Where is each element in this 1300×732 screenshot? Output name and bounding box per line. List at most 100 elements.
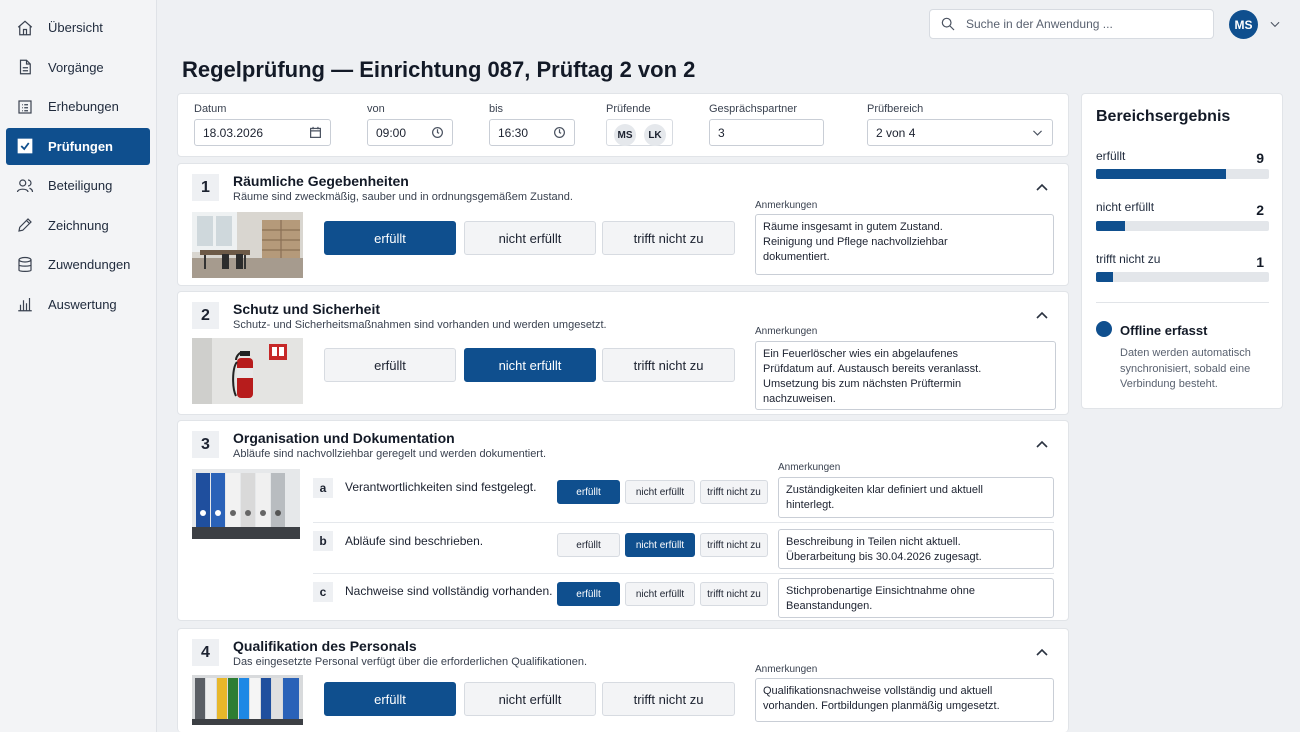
option-nicht-erfuellt-button[interactable]: nicht erfüllt bbox=[625, 533, 695, 557]
stat-erfuellt-value: 9 bbox=[1256, 150, 1264, 166]
notes-textarea[interactable]: Beschreibung in Teilen nicht aktuell. Üb… bbox=[778, 529, 1054, 569]
chevron-up-icon[interactable] bbox=[1034, 436, 1050, 452]
divider bbox=[313, 573, 1054, 574]
sidebar-item-erhebungen[interactable]: Erhebungen bbox=[6, 88, 150, 125]
offline-text: Daten werden automatisch synchronisiert,… bbox=[1120, 347, 1251, 390]
von-time-field[interactable]: 09:00 bbox=[367, 119, 453, 146]
avatar[interactable]: MS bbox=[1229, 10, 1258, 39]
option-erfuellt-button[interactable]: erfüllt bbox=[324, 682, 456, 716]
section-number: 3 bbox=[192, 431, 219, 458]
search-input[interactable] bbox=[966, 17, 1196, 31]
notes-textarea[interactable]: Stichprobenartige Einsichtnahme ohne Bea… bbox=[778, 578, 1054, 618]
chevron-up-icon[interactable] bbox=[1034, 307, 1050, 323]
section-number: 2 bbox=[192, 302, 219, 329]
option-trifft-nicht-zu-button[interactable]: trifft nicht zu bbox=[700, 582, 768, 606]
sidebar-item-uebersicht[interactable]: Übersicht bbox=[6, 9, 150, 46]
sidebar-item-label: Prüfungen bbox=[48, 138, 113, 154]
sidebar-item-vorgaenge[interactable]: Vorgänge bbox=[6, 49, 150, 86]
offline-status-dot bbox=[1096, 321, 1112, 337]
pruefbereich-label: Prüfbereich bbox=[867, 103, 924, 115]
subitem-text: Verantwortlichkeiten sind festgelegt. bbox=[345, 480, 537, 494]
option-nicht-erfuellt-button[interactable]: nicht erfüllt bbox=[625, 480, 695, 504]
clock-icon[interactable] bbox=[553, 126, 566, 139]
search-box[interactable] bbox=[929, 9, 1214, 39]
option-erfuellt-button[interactable]: erfüllt bbox=[557, 582, 620, 606]
sidebar-item-zeichnung[interactable]: Zeichnung bbox=[6, 207, 150, 244]
section-number: 1 bbox=[192, 174, 219, 201]
stat-nicht-erfuellt-value: 2 bbox=[1256, 202, 1264, 218]
sidebar-item-label: Zeichnung bbox=[48, 217, 109, 233]
stat-erfuellt-bar bbox=[1096, 169, 1269, 179]
chevron-down-icon[interactable] bbox=[1268, 17, 1282, 31]
section-number: 4 bbox=[192, 639, 219, 666]
notes-textarea[interactable]: Ein Feuerlöscher wies ein abgelaufenes P… bbox=[755, 341, 1056, 410]
pruefende-chip-ms[interactable]: MS bbox=[614, 124, 636, 146]
sidebar-item-zuwendungen[interactable]: Zuwendungen bbox=[6, 246, 150, 283]
stat-erfuellt-label: erfüllt bbox=[1096, 149, 1126, 163]
section-title: Schutz und Sicherheit bbox=[233, 301, 381, 317]
notes-label: Anmerkungen bbox=[755, 200, 818, 211]
chevron-down-icon[interactable] bbox=[1031, 126, 1044, 139]
datum-field[interactable]: 18.03.2026 bbox=[194, 119, 331, 146]
section-title: Organisation und Dokumentation bbox=[233, 430, 455, 446]
option-erfuellt-button[interactable]: erfüllt bbox=[557, 533, 620, 557]
offline-title: Offline erfasst bbox=[1120, 323, 1208, 338]
calendar-icon[interactable] bbox=[309, 126, 322, 139]
option-erfuellt-button[interactable]: erfüllt bbox=[324, 348, 456, 382]
pen-icon bbox=[16, 216, 34, 234]
bis-value: 16:30 bbox=[498, 125, 529, 140]
page-title: Regelprüfung — Einrichtung 087, Prüftag … bbox=[182, 57, 696, 82]
pruefbereich-select[interactable]: 2 von 4 bbox=[867, 119, 1053, 146]
stat-trifft-nicht-zu-label: trifft nicht zu bbox=[1096, 252, 1161, 266]
stat-erfuellt-bar-fill bbox=[1096, 169, 1226, 179]
stat-trifft-nicht-zu-bar-fill bbox=[1096, 272, 1114, 282]
fire-extinguisher-photo bbox=[192, 338, 303, 404]
sidebar-item-label: Übersicht bbox=[48, 20, 103, 35]
sidebar-item-auswertung[interactable]: Auswertung bbox=[6, 286, 150, 323]
clock-icon[interactable] bbox=[431, 126, 444, 139]
option-erfuellt-button[interactable]: erfüllt bbox=[324, 221, 456, 255]
sidebar-item-label: Vorgänge bbox=[48, 59, 104, 75]
section-title: Qualifikation des Personals bbox=[233, 638, 417, 654]
gespraechspartner-input[interactable]: 3 bbox=[709, 119, 824, 146]
option-nicht-erfuellt-button[interactable]: nicht erfüllt bbox=[464, 348, 596, 382]
chevron-up-icon[interactable] bbox=[1034, 179, 1050, 195]
option-trifft-nicht-zu-button[interactable]: trifft nicht zu bbox=[602, 221, 735, 255]
option-nicht-erfuellt-button[interactable]: nicht erfüllt bbox=[625, 582, 695, 606]
divider bbox=[313, 522, 1054, 523]
notes-textarea[interactable]: Zuständigkeiten klar definiert und aktue… bbox=[778, 477, 1054, 518]
datum-value: 18.03.2026 bbox=[203, 125, 264, 140]
option-trifft-nicht-zu-button[interactable]: trifft nicht zu bbox=[602, 348, 735, 382]
notes-textarea[interactable]: Qualifikationsnachweise vollständig und … bbox=[755, 678, 1054, 722]
section-description: Schutz- und Sicherheitsmaßnahmen sind vo… bbox=[233, 319, 607, 331]
von-label: von bbox=[367, 103, 385, 115]
option-nicht-erfuellt-button[interactable]: nicht erfüllt bbox=[464, 682, 596, 716]
gespraechspartner-label: Gesprächspartner bbox=[709, 103, 798, 115]
database-icon bbox=[16, 256, 34, 274]
pruefende-chip-lk[interactable]: LK bbox=[644, 124, 666, 146]
option-trifft-nicht-zu-button[interactable]: trifft nicht zu bbox=[700, 480, 768, 504]
stat-nicht-erfuellt-bar-fill bbox=[1096, 221, 1125, 231]
home-icon bbox=[16, 19, 34, 37]
result-summary: Bereichsergebnis erfüllt 9 nicht erfüllt… bbox=[1081, 93, 1283, 409]
section-1: 1 Räumliche Gegebenheiten Räume sind zwe… bbox=[177, 163, 1069, 286]
sidebar-item-beteiligung[interactable]: Beteiligung bbox=[6, 167, 150, 204]
section-4: 4 Qualifikation des Personals Das einges… bbox=[177, 628, 1069, 732]
chevron-up-icon[interactable] bbox=[1034, 644, 1050, 660]
section-title: Räumliche Gegebenheiten bbox=[233, 173, 409, 189]
pruefbereich-value: 2 von 4 bbox=[876, 125, 916, 140]
sidebar-item-pruefungen[interactable]: Prüfungen bbox=[6, 127, 150, 165]
option-trifft-nicht-zu-button[interactable]: trifft nicht zu bbox=[602, 682, 735, 716]
option-nicht-erfuellt-button[interactable]: nicht erfüllt bbox=[464, 221, 596, 255]
option-trifft-nicht-zu-button[interactable]: trifft nicht zu bbox=[700, 533, 768, 557]
bis-label: bis bbox=[489, 103, 504, 115]
bis-time-field[interactable]: 16:30 bbox=[489, 119, 575, 146]
von-value: 09:00 bbox=[376, 125, 407, 140]
divider bbox=[1096, 302, 1269, 303]
room-photo bbox=[192, 212, 303, 278]
notes-textarea[interactable]: Räume insgesamt in gutem Zustand. Reinig… bbox=[755, 214, 1054, 275]
sidebar-item-label: Zuwendungen bbox=[48, 257, 131, 272]
search-icon bbox=[941, 17, 955, 31]
option-erfuellt-button[interactable]: erfüllt bbox=[557, 480, 620, 504]
sidebar-item-label: Auswertung bbox=[48, 296, 117, 312]
